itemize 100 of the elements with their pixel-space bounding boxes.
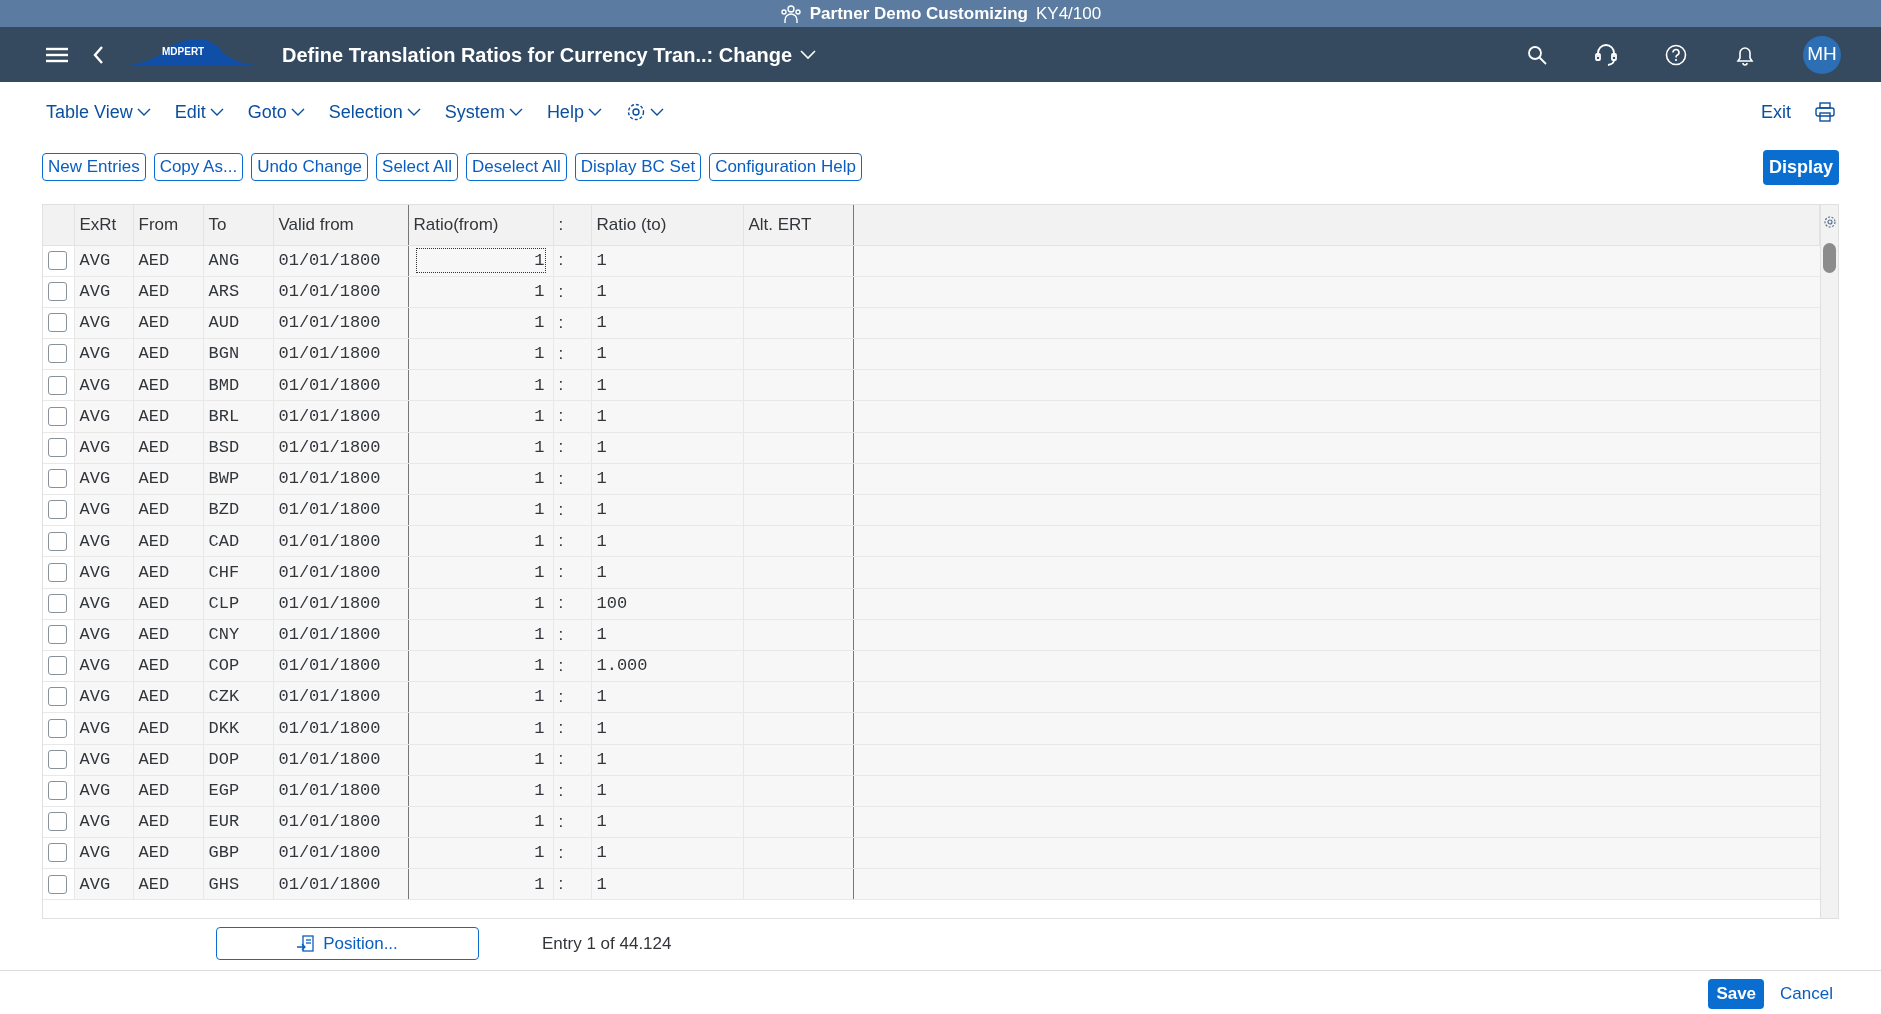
row-checkbox[interactable] bbox=[48, 282, 67, 302]
table-cell[interactable]: 1 bbox=[596, 469, 607, 489]
column-header[interactable]: Valid from bbox=[273, 205, 408, 245]
help-icon[interactable] bbox=[1665, 43, 1687, 66]
table-cell[interactable]: 1 bbox=[596, 843, 607, 863]
table-cell: 01/01/1800 bbox=[278, 500, 381, 520]
menu-item[interactable]: Edit bbox=[174, 98, 224, 126]
table-cell[interactable]: 1 bbox=[596, 344, 607, 364]
table-cell: : bbox=[558, 624, 564, 644]
table-cell[interactable]: 1 bbox=[596, 687, 607, 707]
table-cell[interactable]: 1 bbox=[596, 625, 607, 645]
row-checkbox[interactable] bbox=[48, 812, 67, 832]
toolbar-button[interactable]: Configuration Help bbox=[709, 152, 862, 182]
table-cell: AVG bbox=[79, 812, 111, 832]
column-header[interactable]: Ratio (to) bbox=[591, 205, 743, 245]
table-cell[interactable]: 1 bbox=[596, 531, 607, 551]
column-header[interactable]: To bbox=[203, 205, 273, 245]
app-title[interactable]: Define Translation Ratios for Currency Tran..: Change bbox=[282, 39, 793, 70]
row-checkbox[interactable] bbox=[48, 500, 67, 520]
chevron-down-icon[interactable] bbox=[800, 49, 817, 60]
table-cell[interactable]: 1 bbox=[596, 749, 607, 769]
row-checkbox[interactable] bbox=[48, 344, 67, 364]
table-cell[interactable]: 1 bbox=[596, 313, 607, 333]
table-cell: 01/01/1800 bbox=[278, 406, 381, 426]
toolbar-button[interactable]: Undo Change bbox=[251, 152, 369, 182]
table-cell[interactable]: 1 bbox=[596, 250, 607, 270]
table-cell: : bbox=[558, 406, 564, 426]
menu-item[interactable]: System bbox=[444, 98, 523, 126]
table-cell[interactable]: 1 bbox=[596, 406, 607, 426]
menu-item[interactable]: Selection bbox=[328, 98, 421, 126]
table-cell[interactable]: 1 bbox=[596, 500, 607, 520]
search-icon[interactable] bbox=[1527, 44, 1547, 65]
exit-link[interactable]: Exit bbox=[1761, 98, 1791, 126]
table-cell[interactable]: 1 bbox=[596, 781, 607, 801]
position-button[interactable]: Position... bbox=[216, 927, 479, 960]
row-checkbox[interactable] bbox=[48, 375, 67, 395]
row-checkbox[interactable] bbox=[48, 469, 67, 489]
user-avatar[interactable]: MH bbox=[1803, 35, 1841, 74]
column-header[interactable]: : bbox=[553, 205, 591, 245]
row-checkbox[interactable] bbox=[48, 313, 67, 333]
row-checkbox[interactable] bbox=[48, 531, 67, 551]
table-cell[interactable]: 1 bbox=[596, 282, 607, 302]
table-cell: AVG bbox=[79, 749, 111, 769]
printer-icon[interactable] bbox=[1815, 102, 1835, 122]
row-checkbox[interactable] bbox=[48, 718, 67, 738]
row-checkbox[interactable] bbox=[48, 593, 67, 613]
row-checkbox[interactable] bbox=[48, 781, 67, 801]
row-checkbox[interactable] bbox=[48, 843, 67, 863]
settings-menu[interactable] bbox=[625, 102, 664, 122]
table-cell[interactable]: 100 bbox=[596, 593, 628, 613]
column-header[interactable]: ExRt bbox=[74, 205, 133, 245]
row-checkbox[interactable] bbox=[48, 874, 67, 894]
row-checkbox[interactable] bbox=[48, 656, 67, 676]
toolbar-button[interactable]: Copy As... bbox=[153, 152, 244, 182]
headset-icon[interactable] bbox=[1595, 42, 1617, 67]
window-title: Partner Demo Customizing bbox=[809, 2, 1028, 25]
row-checkbox[interactable] bbox=[48, 406, 67, 426]
entry-counter: Entry 1 of 44.124 bbox=[542, 932, 672, 955]
table-cell[interactable]: 1 bbox=[596, 812, 607, 832]
table-cell: : bbox=[558, 718, 564, 738]
row-checkbox[interactable] bbox=[48, 749, 67, 769]
table-cell: : bbox=[558, 468, 564, 488]
toolbar-button[interactable]: Deselect All bbox=[466, 152, 567, 182]
row-checkbox[interactable] bbox=[48, 562, 67, 582]
table-cell: AED bbox=[138, 313, 170, 333]
row-checkbox[interactable] bbox=[48, 625, 67, 645]
table-cell: 01/01/1800 bbox=[278, 469, 381, 489]
table-cell[interactable]: 1 bbox=[596, 437, 607, 457]
table-cell: 01/01/1800 bbox=[278, 874, 381, 894]
table-cell: COP bbox=[208, 656, 240, 676]
table-cell: 01/01/1800 bbox=[278, 812, 381, 832]
menu-item[interactable]: Help bbox=[546, 98, 602, 126]
settings-icon[interactable] bbox=[1822, 215, 1837, 229]
column-header[interactable]: From bbox=[133, 205, 203, 245]
column-header[interactable]: Alt. ERT bbox=[743, 205, 853, 245]
toolbar-button[interactable]: New Entries bbox=[42, 152, 146, 182]
table-cell[interactable]: 1 bbox=[596, 874, 607, 894]
column-header[interactable]: Ratio(from) bbox=[408, 205, 553, 245]
menu-item[interactable]: Table View bbox=[46, 98, 151, 126]
table-cell[interactable]: 1 bbox=[596, 375, 607, 395]
menu-item[interactable]: Goto bbox=[247, 98, 305, 126]
toolbar-button[interactable]: Display BC Set bbox=[574, 152, 702, 182]
cancel-button[interactable]: Cancel bbox=[1772, 979, 1841, 1009]
table-cell: : bbox=[558, 655, 564, 675]
display-button[interactable]: Display bbox=[1762, 149, 1839, 185]
back-icon[interactable] bbox=[92, 44, 104, 65]
menu-icon[interactable] bbox=[46, 46, 68, 63]
table-cell[interactable]: 1 bbox=[596, 718, 607, 738]
toolbar-button[interactable]: Select All bbox=[376, 152, 458, 182]
row-checkbox[interactable] bbox=[48, 687, 67, 707]
table-cell: AED bbox=[138, 500, 170, 520]
table-cell: AVG bbox=[79, 375, 111, 395]
table-cell[interactable]: 1 bbox=[596, 562, 607, 582]
save-button[interactable]: Save bbox=[1708, 979, 1765, 1009]
row-checkbox[interactable] bbox=[48, 250, 67, 270]
row-checkbox[interactable] bbox=[48, 438, 67, 457]
scrollbar-thumb[interactable] bbox=[1823, 243, 1836, 273]
table-cell: 01/01/1800 bbox=[278, 562, 381, 582]
table-cell: 01/01/1800 bbox=[278, 437, 381, 457]
table-cell: : bbox=[558, 375, 564, 395]
